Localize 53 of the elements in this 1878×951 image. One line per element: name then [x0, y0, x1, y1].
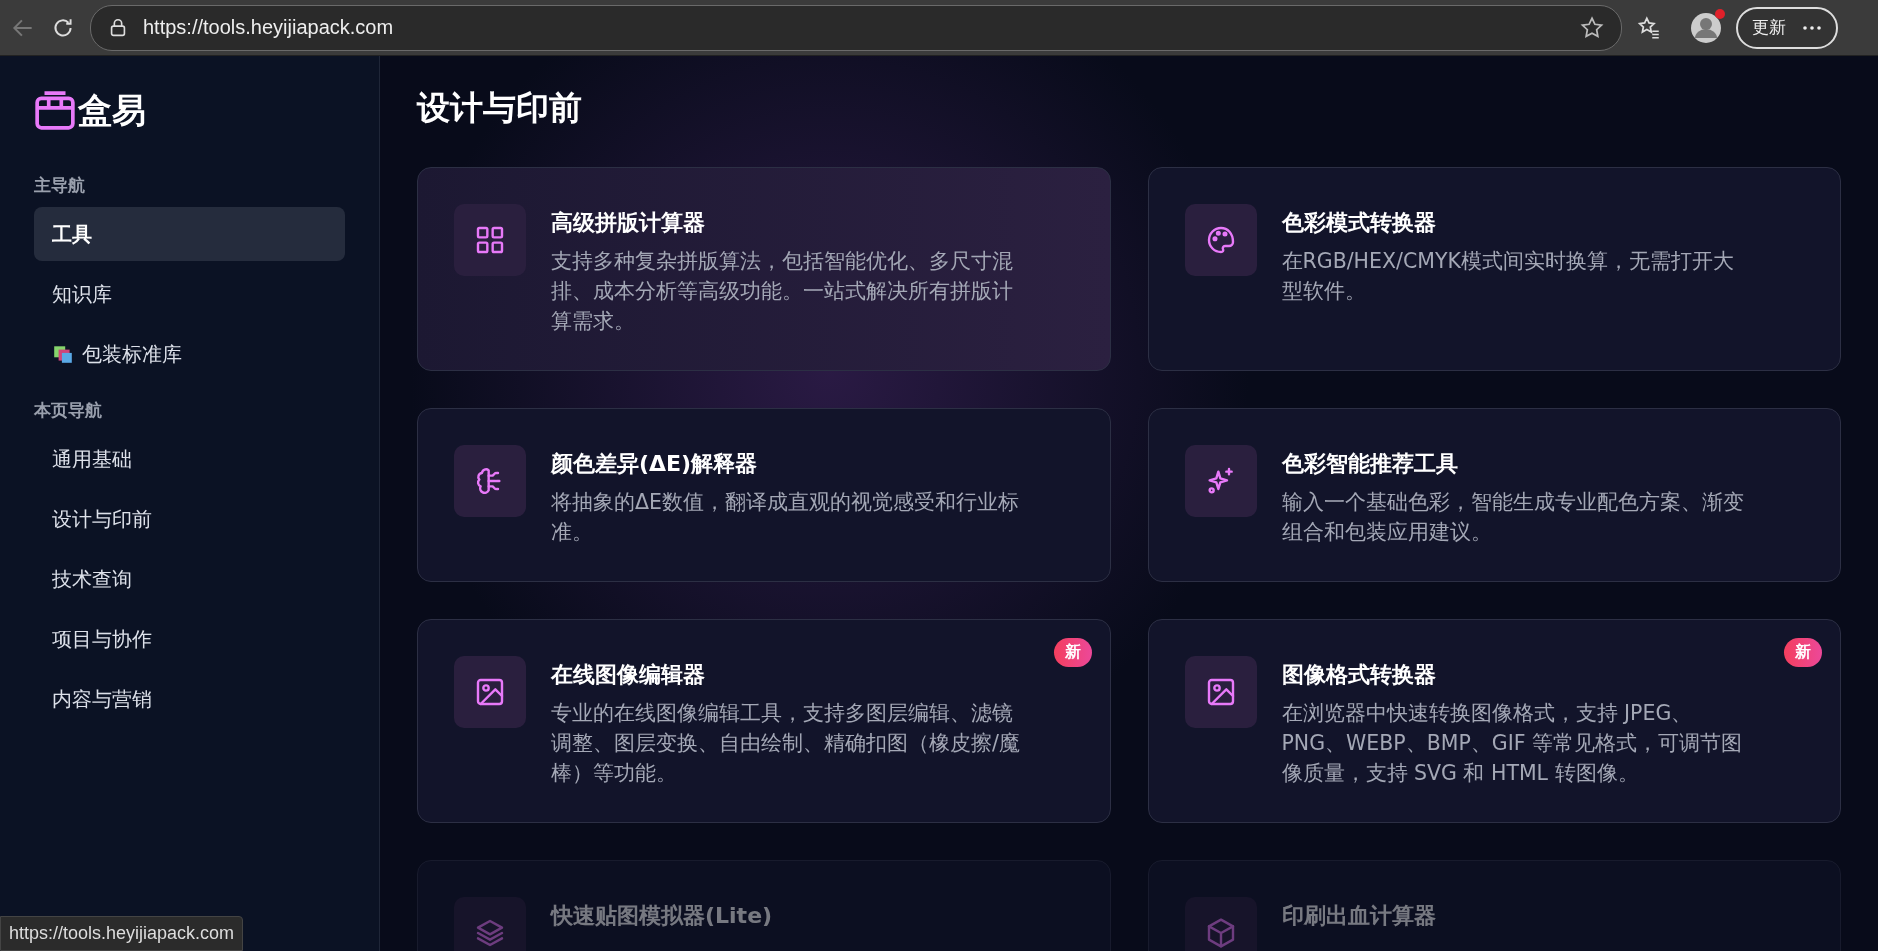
update-button[interactable]: 更新: [1736, 6, 1838, 49]
image-icon: [1184, 656, 1257, 728]
section-heading: 主导航: [34, 174, 86, 197]
new-badge: 新: [1053, 638, 1092, 667]
new-badge: 新: [1784, 638, 1822, 667]
page-title: 设计与印前: [417, 87, 583, 129]
tool-card[interactable]: 色彩智能推荐工具 输入一个基础色彩，智能生成专业配色方案、渐变组合和包装应用建议。: [1147, 408, 1841, 582]
card-description: 输入一个基础色彩，智能生成专业配色方案、渐变组合和包装应用建议。: [1281, 489, 1745, 546]
card-title: 印刷出血计算器: [1281, 902, 1436, 930]
sidebar-item[interactable]: 内容与营销: [34, 672, 345, 726]
box-logo-icon: [34, 90, 76, 132]
url-text: https://tools.heyijiapack.com: [143, 16, 395, 39]
card-description: 在RGB/HEX/CMYK模式间实时换算，无需打开大型软件。: [1281, 248, 1735, 305]
tool-card[interactable]: 色彩模式转换器 在RGB/HEX/CMYK模式间实时换算，无需打开大型软件。: [1147, 167, 1841, 371]
tool-card[interactable]: 图像格式转换器 在浏览器中快速转换图像格式，支持 JPEG、PNG、WEBP、BMP、GIF 等常见格式，可调节图像质量，支持 SVG 和 HTML 转图像。 新: [1147, 619, 1841, 823]
card-title: 图像格式转换器: [1281, 661, 1437, 689]
grid-icon: [454, 204, 526, 276]
card-title: 色彩智能推荐工具: [1281, 450, 1459, 478]
card-title: 快速贴图模拟器(Lite): [551, 902, 773, 930]
logo-text: 盒易: [78, 89, 146, 132]
sidebar-item[interactable]: 知识库: [34, 267, 345, 321]
profile-avatar-icon[interactable]: [1690, 11, 1722, 44]
card-description: 支持多种复杂拼版算法，包括智能优化、多尺寸混排、成本分析等高级功能。一站式解决所有拼版计算需求。: [551, 248, 1014, 335]
star-icon[interactable]: [1579, 14, 1605, 41]
layers-icon: [454, 897, 526, 951]
card-title: 高级拼版计算器: [551, 209, 706, 237]
card-description: 在浏览器中快速转换图像格式，支持 JPEG、PNG、WEBP、BMP、GIF 等常见格式，可调节图像质量，支持 SVG 和 HTML 转图像。: [1281, 700, 1744, 787]
sidebar-item[interactable]: 项目与协作: [34, 612, 345, 666]
address-bar[interactable]: https://tools.heyijiapack.com: [90, 4, 1622, 51]
sidebar-item[interactable]: 设计与印前: [34, 492, 345, 546]
sparkles-icon: [1184, 445, 1257, 517]
status-url-tooltip: https://tools.heyijiapack.com: [0, 916, 244, 951]
image-icon: [454, 656, 526, 728]
favorites-icon[interactable]: [1636, 14, 1662, 41]
tool-card[interactable]: 在线图像编辑器 专业的在线图像编辑工具，支持多图层编辑、滤镜调整、图层变换、自由绘制、精确扣图（橡皮擦/魔棒）等功能。 新: [417, 619, 1111, 823]
card-title: 在线图像编辑器: [551, 661, 706, 689]
card-title: 色彩模式转换器: [1281, 209, 1437, 237]
section-heading: 本页导航: [34, 399, 103, 422]
tool-card[interactable]: 快速贴图模拟器(Lite): [417, 860, 1111, 951]
tool-card[interactable]: 颜色差异(ΔE)解释器 将抽象的ΔE数值，翻译成直观的视觉感受和行业标准。: [417, 408, 1111, 582]
more-icon: [1802, 24, 1822, 31]
card-description: 将抽象的ΔE数值，翻译成直观的视觉感受和行业标准。: [551, 489, 1020, 546]
sidebar-item[interactable]: 通用基础: [34, 432, 345, 486]
sidebar-item[interactable]: 包装标准库: [34, 327, 345, 381]
sidebar-item[interactable]: 工具: [34, 207, 345, 261]
tool-card[interactable]: 印刷出血计算器: [1147, 860, 1841, 951]
card-description: 专业的在线图像编辑工具，支持多图层编辑、滤镜调整、图层变换、自由绘制、精确扣图（橡皮擦/魔棒）等功能。: [551, 700, 1021, 787]
palette-icon: [1184, 204, 1257, 276]
cube-icon: [1184, 897, 1257, 951]
tool-card[interactable]: 高级拼版计算器 支持多种复杂拼版算法，包括智能优化、多尺寸混排、成本分析等高级功能。一站式解决所有拼版计算需求。: [417, 167, 1111, 371]
sidebar-item[interactable]: 技术查询: [34, 552, 345, 606]
card-title: 颜色差异(ΔE)解释器: [551, 450, 759, 478]
brain-icon: [454, 445, 526, 517]
